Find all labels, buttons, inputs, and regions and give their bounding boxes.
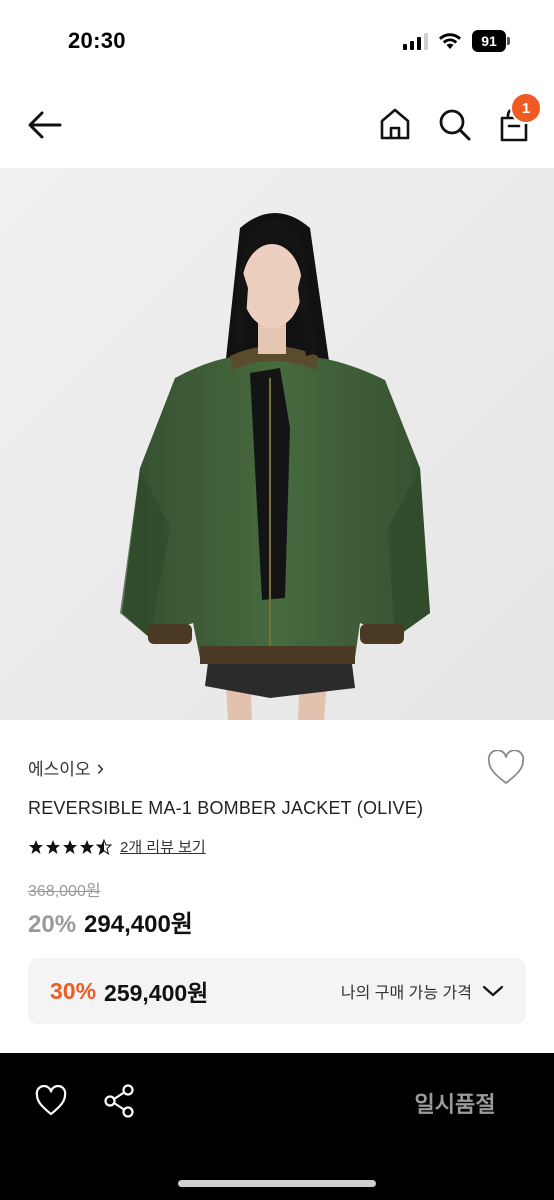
- heart-icon[interactable]: [34, 1085, 68, 1117]
- cellular-signal-icon: [403, 32, 428, 50]
- benefit-rate: 30%: [50, 977, 97, 1004]
- battery-icon: 91: [472, 30, 510, 52]
- star-icon: [80, 839, 94, 854]
- best-price-toggle[interactable]: 30% 259,400원 나의 구매 가능 가격: [28, 958, 526, 1024]
- wifi-icon: [439, 33, 461, 49]
- search-icon[interactable]: [436, 106, 472, 142]
- chevron-down-icon: [482, 985, 504, 997]
- home-icon[interactable]: [378, 106, 412, 142]
- share-icon[interactable]: [102, 1083, 136, 1119]
- sale-price: 294,400원: [84, 911, 193, 938]
- half-star-icon: [96, 838, 112, 855]
- benefit-label: 나의 구매 가능 가격: [340, 985, 472, 1002]
- home-indicator: [178, 1180, 376, 1187]
- chevron-right-icon: ›: [96, 754, 104, 780]
- wishlist-heart-icon[interactable]: [486, 750, 526, 786]
- sold-out-button[interactable]: 일시품절: [380, 1087, 530, 1119]
- rating-row: 2개 리뷰 보기: [28, 836, 206, 857]
- brand-link[interactable]: 에스이오 ›: [28, 755, 104, 780]
- status-icons: 91: [403, 30, 510, 52]
- cart-count-badge: 1: [510, 92, 542, 124]
- star-icon: [29, 839, 43, 854]
- bottom-action-bar: 일시품절: [0, 1053, 554, 1200]
- star-icon: [63, 839, 77, 854]
- product-photo: [0, 168, 554, 720]
- top-nav: [0, 80, 554, 168]
- status-time: 20:30: [68, 28, 126, 53]
- benefit-price: 259,400원: [104, 980, 209, 1006]
- product-name: REVERSIBLE MA-1 BOMBER JACKET (OLIVE): [28, 798, 424, 818]
- status-bar: 20:30 91: [0, 0, 554, 80]
- price-row: 20% 294,400원: [28, 904, 193, 939]
- star-icon: [46, 839, 60, 854]
- battery-level: 91: [472, 30, 506, 52]
- discount-rate: 20%: [28, 911, 77, 938]
- star-rating: [28, 838, 112, 855]
- brand-name: 에스이오: [28, 760, 91, 779]
- back-arrow-icon[interactable]: [26, 108, 64, 142]
- product-image[interactable]: [0, 168, 554, 720]
- review-link[interactable]: 2개 리뷰 보기: [120, 836, 206, 857]
- original-price: 368,000원: [28, 883, 101, 900]
